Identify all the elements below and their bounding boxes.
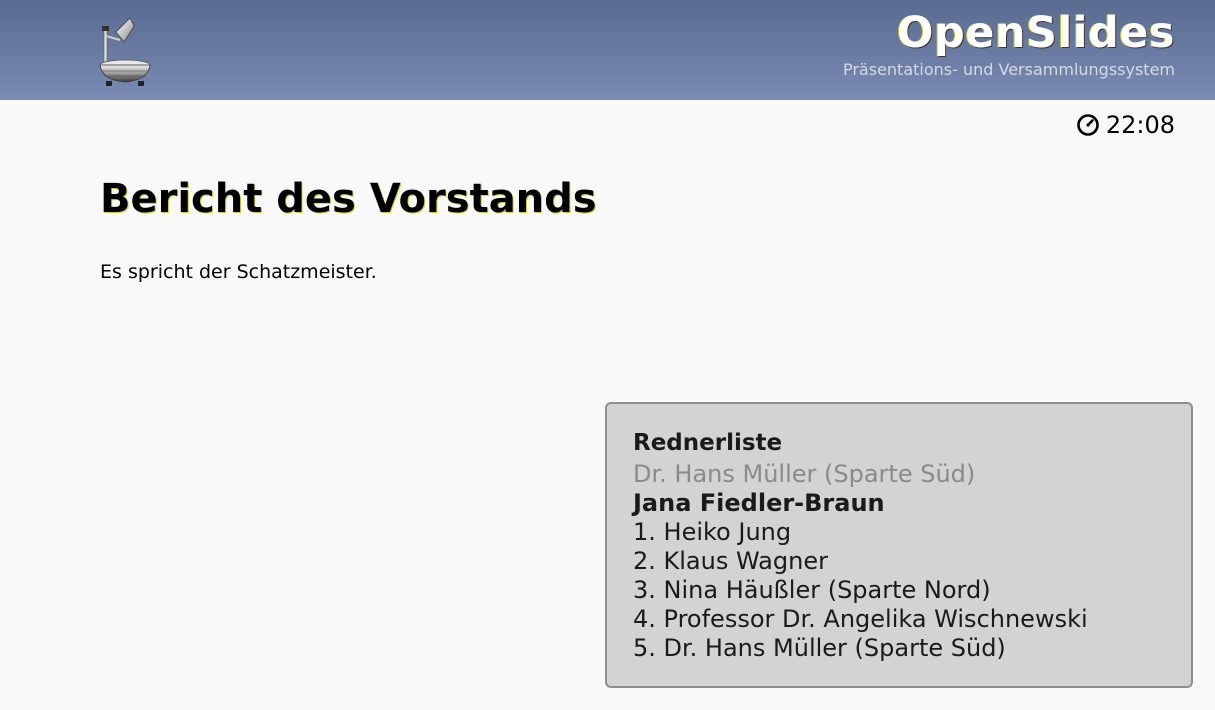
projector-page: OpenSlides Präsentations- und Versammlun…	[0, 0, 1215, 710]
slide-title: Bericht des Vorstands	[100, 176, 597, 222]
speaker-list-title: Rednerliste	[633, 430, 783, 456]
speaker-list-box: Rednerliste Dr. Hans Müller (Sparte Süd)…	[605, 402, 1193, 688]
slide-text: Es spricht der Schatzmeister.	[100, 261, 377, 283]
brand-subtitle: Präsentations- und Versammlungssystem	[842, 60, 1175, 79]
overhead-projector-icon	[99, 17, 151, 86]
speaker-queue-item: 2. Klaus Wagner	[633, 547, 828, 575]
clock-icon	[1077, 114, 1099, 136]
speaker-queue-item: 4. Professor Dr. Angelika Wischnewski	[633, 605, 1088, 633]
speaker-queue-item: 5. Dr. Hans Müller (Sparte Süd)	[633, 634, 1006, 662]
brand-title: OpenSlides	[896, 8, 1175, 58]
clock: 22:08	[1076, 110, 1175, 140]
header-bar: OpenSlides Präsentations- und Versammlun…	[0, 0, 1215, 100]
speaker-queue: 1. Heiko Jung 2. Klaus Wagner 3. Nina Hä…	[633, 518, 1191, 663]
speaker-queue-item: 1. Heiko Jung	[633, 518, 792, 546]
clock-time: 22:08	[1105, 111, 1175, 139]
speaker-queue-item: 3. Nina Häußler (Sparte Nord)	[633, 576, 991, 604]
current-speaker: Jana Fiedler-Braun	[633, 489, 885, 517]
last-speaker: Dr. Hans Müller (Sparte Süd)	[633, 460, 976, 488]
